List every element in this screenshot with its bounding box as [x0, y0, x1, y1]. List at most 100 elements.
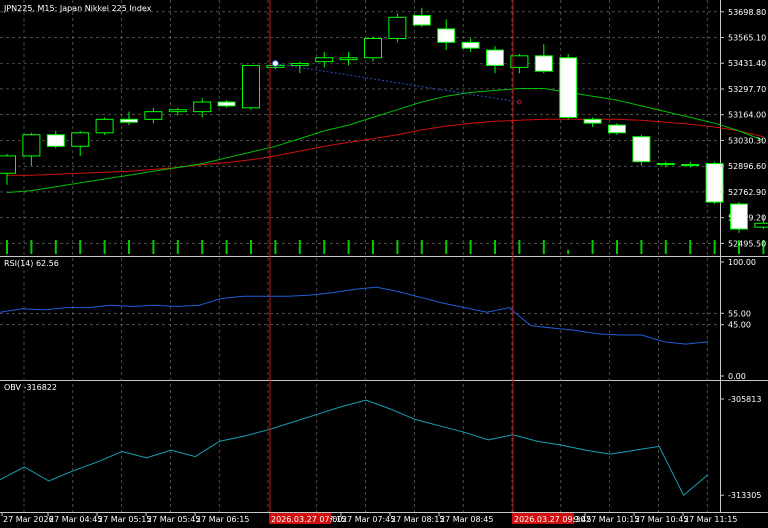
candle-body	[656, 163, 675, 166]
candle	[681, 161, 700, 168]
price-tick-label: 53698.80	[728, 8, 766, 17]
time-tick-label: 27 Mar 04:45	[49, 515, 102, 524]
candle	[412, 7, 431, 27]
candle-body	[681, 164, 700, 167]
candle-body	[71, 132, 90, 147]
time-axis: 27 Mar 202627 Mar 04:4527 Mar 05:1527 Ma…	[1, 512, 737, 524]
candle	[705, 161, 724, 205]
candle-body	[559, 57, 578, 118]
candle-body	[608, 124, 626, 134]
time-tick-label: 27 Mar 05:45	[147, 515, 200, 524]
price-tick-label: 53297.70	[728, 85, 766, 94]
candle	[46, 130, 65, 149]
obv-tick-label: -305813	[728, 395, 761, 404]
anchor-point[interactable]	[271, 60, 279, 68]
price-tick-label: 53431.40	[728, 59, 766, 68]
obv-panel[interactable]	[0, 399, 709, 496]
obv-line	[0, 399, 709, 496]
trend-line[interactable]	[275, 63, 520, 103]
rsi-tick-label: 45.00	[728, 321, 751, 330]
price-tick-label: 53565.10	[728, 34, 766, 43]
candle	[217, 100, 236, 108]
time-tick-label: 27 Mar 07:45	[342, 515, 395, 524]
time-tick-label: 27 Mar 2026	[3, 515, 54, 524]
candle	[559, 53, 578, 120]
candle-body	[461, 41, 480, 49]
candle	[315, 51, 334, 68]
time-tick-label: 27 Mar 05:15	[98, 515, 151, 524]
candle	[71, 130, 90, 156]
candle	[388, 13, 407, 43]
price-tick-label: 52629.20	[728, 214, 766, 223]
candle	[461, 38, 480, 52]
vertical-line-tag-label: 2026.03.27 07:00	[271, 515, 342, 524]
candle-body	[705, 163, 724, 203]
candle-body	[534, 55, 553, 72]
candle	[437, 19, 456, 51]
candle	[168, 107, 187, 116]
candle	[0, 153, 16, 185]
candle-body	[315, 57, 334, 63]
candle-body	[290, 63, 309, 66]
candle-body	[120, 118, 138, 123]
candle-body	[412, 14, 431, 26]
candle	[193, 98, 212, 118]
candle	[22, 132, 41, 166]
candle	[120, 111, 138, 126]
candle-body	[364, 37, 382, 59]
vertical-line-tag-label: 2026.03.27 09:30	[514, 515, 585, 524]
rsi-tick-label: 55.00	[728, 309, 751, 318]
candle-body	[193, 101, 212, 113]
vertical-lines[interactable]: 2026.03.27 07:00 2026.03.27 09:30	[269, 0, 585, 524]
obv-title: OBV -316822	[4, 383, 57, 392]
obv-axis: -305813 -313305	[720, 395, 761, 500]
time-tick-label: 27 Mar 10:45	[635, 515, 688, 524]
candle	[534, 44, 553, 74]
trading-chart[interactable]: JPN225, M15: Japan Nikkei 225 Index RSI(…	[0, 0, 768, 528]
candle-body	[242, 64, 260, 109]
price-tick-label: 52495.50	[728, 239, 766, 248]
candle-body	[217, 101, 236, 107]
time-tick-label: 27 Mar 06:15	[196, 515, 249, 524]
candle	[290, 61, 309, 74]
time-tick-label: 27 Mar 08:45	[440, 515, 493, 524]
candle-body	[22, 134, 41, 157]
candle	[583, 117, 602, 128]
candle	[486, 46, 504, 74]
rsi-axis: 100.00 55.00 45.00 0.00	[720, 258, 756, 381]
grid	[0, 0, 768, 513]
main-title: JPN225, M15: Japan Nikkei 225 Index	[3, 4, 152, 13]
candle-body	[632, 136, 651, 163]
price-tick-label: 53030.30	[728, 136, 766, 145]
candle	[95, 117, 114, 135]
candle-body	[144, 111, 163, 120]
rsi-tick-label: 0.00	[728, 372, 746, 381]
price-tick-label: 52762.90	[728, 188, 766, 197]
candle	[144, 107, 163, 124]
candle	[242, 64, 260, 110]
candle-body	[339, 57, 358, 61]
price-tick-label: 53164.00	[728, 111, 766, 120]
time-tick-label: 27 Mar 11:15	[684, 515, 737, 524]
rsi-title: RSI(14) 62.56	[4, 259, 59, 268]
candle-body	[0, 155, 16, 174]
rsi-tick-label: 100.00	[728, 258, 756, 267]
candle-body	[583, 118, 602, 124]
candle	[632, 134, 651, 166]
rsi-panel[interactable]	[0, 286, 709, 345]
time-tick-label: 27 Mar 08:15	[391, 515, 444, 524]
price-panel[interactable]	[0, 7, 768, 254]
candle-body	[486, 49, 504, 66]
candle-body	[754, 222, 768, 228]
candle	[656, 161, 675, 168]
candle-body	[95, 118, 114, 134]
price-tick-label: 52896.60	[728, 162, 766, 171]
candle	[608, 123, 626, 135]
candle-body	[168, 109, 187, 113]
candle-body	[437, 28, 456, 43]
candle	[364, 36, 382, 62]
candle-body	[46, 134, 65, 147]
obv-tick-label: -313305	[728, 491, 761, 500]
rsi-line	[0, 286, 709, 345]
candle-body	[388, 16, 407, 39]
